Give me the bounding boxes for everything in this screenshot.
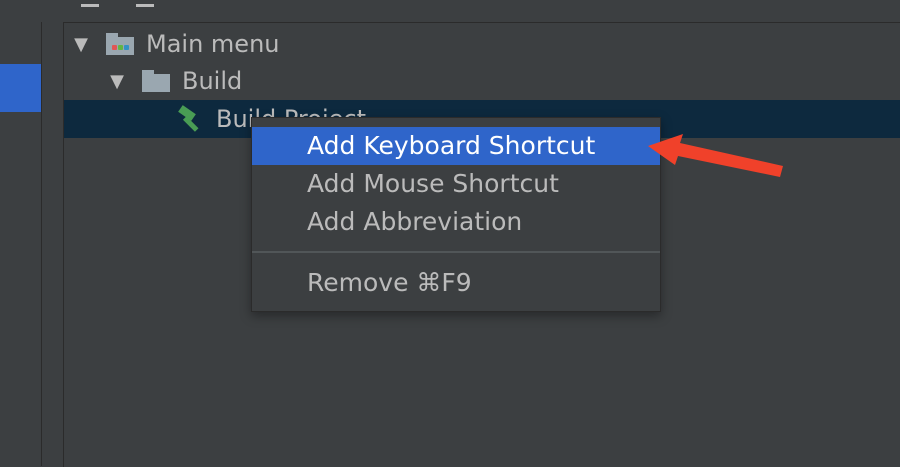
annotation-arrow bbox=[648, 134, 783, 177]
annotation-arrow-shape bbox=[648, 134, 783, 177]
